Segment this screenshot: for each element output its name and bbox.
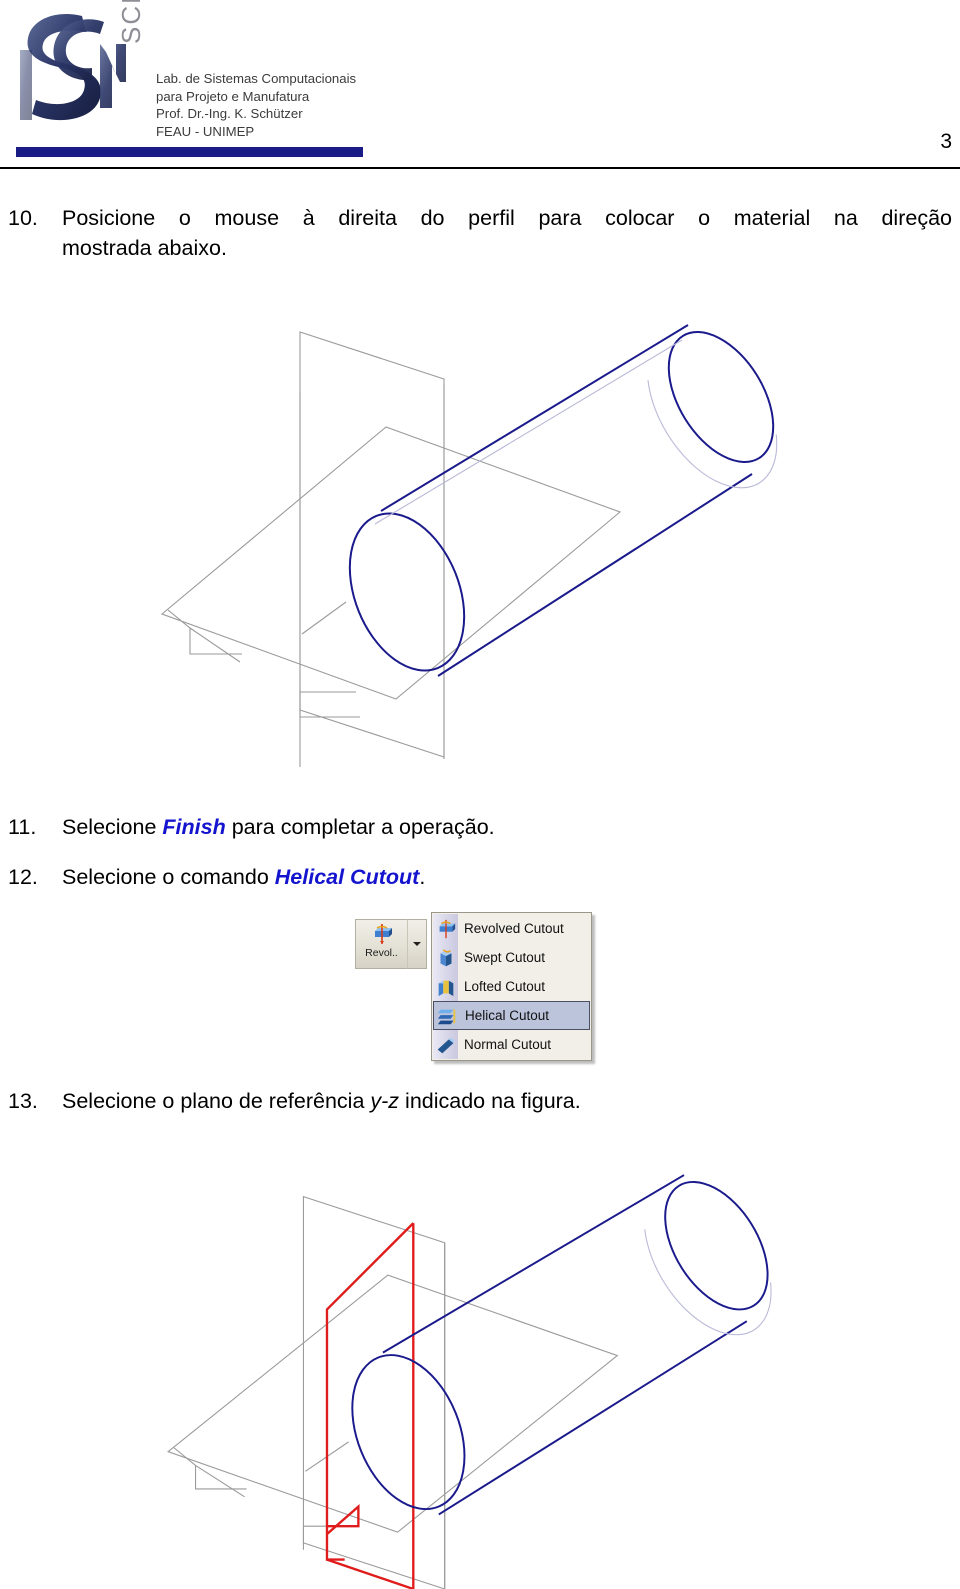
menu-item-label: Helical Cutout (465, 1008, 550, 1023)
revolved-cutout-icon (370, 922, 394, 946)
step-10-text: Posicione o mouse à direita do perfil pa… (62, 203, 952, 263)
selected-yz-plane-highlight (325, 1222, 415, 1589)
step-12-text-after: . (419, 865, 426, 889)
menu-item-lofted-cutout[interactable]: Lofted Cutout (432, 972, 591, 1001)
step-10-number: 10. (8, 206, 38, 230)
step-12-number: 12. (8, 865, 38, 889)
cylinder-hidden-edges (644, 1229, 772, 1336)
step-10-line-1: Posicione o mouse à direita do perfil pa… (62, 206, 952, 230)
page-number: 3 (940, 130, 952, 153)
helical-cutout-icon (436, 1005, 458, 1027)
menu-item-revolved-cutout[interactable]: Revolved Cutout (432, 914, 591, 943)
scm-monogram-logo-icon (8, 4, 126, 132)
org-line-2: para Projeto e Manufatura (156, 88, 310, 104)
normal-cutout-icon (435, 1034, 457, 1056)
menu-item-label: Revolved Cutout (464, 921, 564, 936)
cad-cutout-menu-widget: Revol.. Revolved Cutout Swept Cutout Lof… (355, 912, 600, 1070)
cylinder-model (351, 1174, 769, 1516)
step-12-keyword: Helical Cutout (274, 865, 420, 889)
revolved-cutout-button-label: Revol.. (365, 947, 398, 959)
step-11-text-after: para completar a operação. (225, 815, 495, 839)
cylinder-model (348, 324, 775, 677)
org-line-3: Prof. Dr.-Ing. K. Schützer (156, 106, 303, 121)
reference-planes (166, 1195, 619, 1589)
figure-isometric-cylinder-with-reference-planes (150, 262, 810, 772)
step-11-text-before: Selecione (62, 815, 163, 839)
menu-item-swept-cutout[interactable]: Swept Cutout (432, 943, 591, 972)
step-13-text-after: indicado na figura. (399, 1089, 581, 1113)
step-12-text-before: Selecione o comando (62, 865, 275, 889)
step-13-number: 13. (8, 1089, 38, 1113)
revolved-cutout-icon (435, 918, 457, 940)
step-11-number: 11. (8, 815, 37, 839)
menu-item-label: Lofted Cutout (464, 979, 546, 994)
cutout-dropdown-menu: Revolved Cutout Swept Cutout Lofted Cuto… (431, 912, 592, 1061)
logo-vertical-wordmark: SCPM (116, 0, 146, 44)
lofted-cutout-icon (435, 976, 457, 998)
logo-blue-bar (16, 147, 363, 157)
reference-planes (160, 331, 622, 767)
menu-item-helical-cutout[interactable]: Helical Cutout (433, 1001, 590, 1030)
institution-name-block: Lab. de Sistemas Computacionais para Pro… (156, 70, 366, 140)
swept-cutout-icon (435, 947, 457, 969)
menu-item-normal-cutout[interactable]: Normal Cutout (432, 1030, 591, 1059)
menu-item-label: Normal Cutout (464, 1037, 552, 1052)
step-13-text: Selecione o plano de referência y-z indi… (62, 1086, 581, 1116)
cylinder-hidden-edges (374, 339, 778, 525)
step-13-text-before: Selecione o plano de referência (62, 1089, 371, 1113)
header-divider-rule (0, 167, 960, 169)
page-header: SCPM Lab. de Sistemas Computacionais par… (0, 0, 960, 175)
chevron-down-icon (413, 942, 421, 946)
step-11-keyword: Finish (162, 815, 226, 839)
revolved-cutout-toolbar-button[interactable]: Revol.. (355, 919, 407, 969)
org-line-4: FEAU - UNIMEP (156, 123, 255, 139)
step-12-text: Selecione o comando Helical Cutout. (62, 862, 425, 892)
step-13-emphasis: y-z (370, 1089, 400, 1113)
institution-logo-block: SCPM Lab. de Sistemas Computacionais par… (8, 0, 363, 157)
org-line-1: Lab. de Sistemas Computacionais (156, 71, 357, 86)
cutout-dropdown-toggle[interactable] (407, 919, 427, 969)
step-11-text: Selecione Finish para completar a operaç… (62, 812, 495, 842)
figure-isometric-cylinder-with-selected-yz-plane (150, 1128, 810, 1589)
step-10-line-2: mostrada abaixo. (62, 236, 227, 260)
menu-item-label: Swept Cutout (464, 950, 546, 965)
